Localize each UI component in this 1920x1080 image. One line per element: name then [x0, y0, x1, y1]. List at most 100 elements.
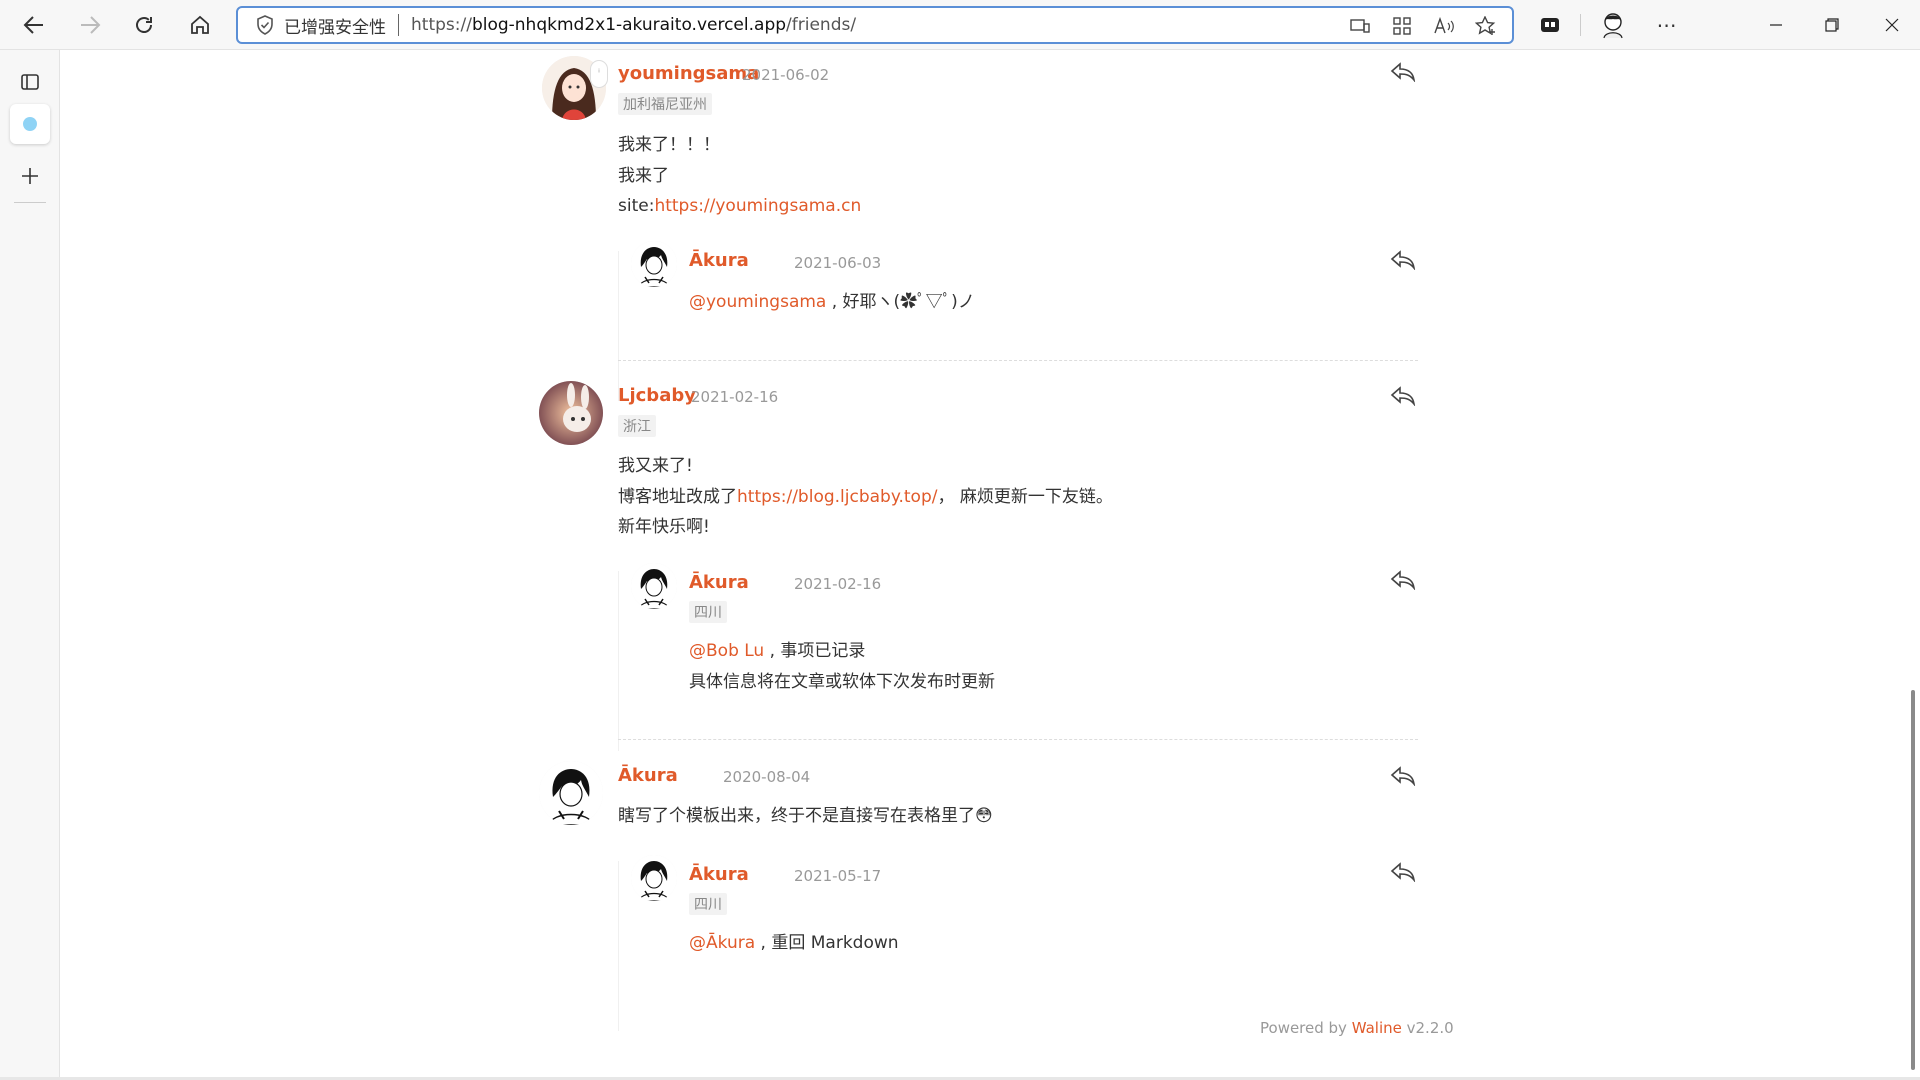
forward-button[interactable]: [72, 8, 108, 42]
comment-line: 博客地址改成了https://blog.ljcbaby.top/， 麻烦更新一下…: [618, 482, 1113, 513]
shield-icon: [254, 14, 276, 36]
tabs-icon: [21, 74, 39, 90]
waline-link[interactable]: Waline: [1352, 1019, 1402, 1037]
reply-icon: [1390, 250, 1416, 270]
comment-line: 我又来了!: [618, 456, 693, 476]
powered-by-footer: Powered by Waline v2.2.0: [1260, 1019, 1454, 1037]
minimize-icon: [1770, 24, 1782, 26]
reply-date: 2021-02-16: [794, 575, 882, 593]
reply-button[interactable]: [1390, 861, 1416, 883]
reply-icon: [1390, 862, 1416, 882]
comment-line: 我来了！！！: [618, 135, 720, 155]
url-path: /friends/: [786, 15, 857, 35]
site-link[interactable]: https://youmingsama.cn: [654, 196, 861, 216]
reply-thread-line: [618, 861, 619, 1031]
restore-icon: [1825, 18, 1839, 32]
home-icon: [191, 15, 209, 34]
footer-prefix: Powered by: [1260, 1019, 1352, 1037]
more-menu-button[interactable]: ⋯: [1650, 8, 1684, 42]
reply-button[interactable]: [1390, 249, 1416, 271]
comment-date: 2021-02-16: [691, 388, 779, 406]
reply-icon: [1390, 386, 1416, 406]
sidebar-divider: [14, 202, 46, 203]
reply-text: @Bob Lu , 事项已记录: [689, 636, 865, 667]
reply-date: 2021-05-17: [794, 867, 882, 885]
current-tab-button[interactable]: [10, 104, 50, 144]
line-prefix: 博客地址改成了: [618, 487, 737, 507]
avatar: [539, 381, 603, 445]
close-window-button[interactable]: [1864, 0, 1920, 50]
comment-nick[interactable]: Ljcbaby: [618, 385, 696, 406]
avatar: [631, 241, 677, 287]
address-bar-actions: [1346, 14, 1500, 38]
read-aloud-icon[interactable]: [1430, 14, 1458, 38]
extension-icon: [1541, 18, 1559, 32]
comment-line: site:https://youmingsama.cn: [618, 191, 861, 222]
home-button[interactable]: [182, 8, 218, 42]
mention-link[interactable]: @Ākura: [689, 933, 755, 953]
mention-link[interactable]: @Bob Lu: [689, 641, 764, 661]
reply-text: @youmingsama , 好耶ヽ(✿ﾟ▽ﾟ)ノ: [689, 287, 975, 318]
page-content: ⁱ youmingsama 2021-06-02 加利福尼亚州 我来了！！！ 我…: [61, 51, 1906, 1077]
address-bar[interactable]: 已增强安全性 https://blog-nhqkmd2x1-akuraito.v…: [236, 6, 1514, 44]
reply-button[interactable]: [1390, 569, 1416, 591]
plus-icon: [22, 168, 38, 184]
comment-date: 2021-06-02: [742, 66, 830, 84]
comment-nick[interactable]: youmingsama: [618, 63, 759, 84]
reply-content: , 好耶ヽ(✿ﾟ▽ﾟ)ノ: [826, 292, 975, 312]
address-separator: [398, 14, 399, 36]
location-tag: 四川: [689, 893, 727, 915]
url-text[interactable]: https://blog-nhqkmd2x1-akuraito.vercel.a…: [411, 15, 856, 35]
reply-nick[interactable]: Ākura: [689, 864, 749, 885]
toolbar-divider: [1580, 14, 1581, 36]
apps-icon[interactable]: [1388, 14, 1416, 38]
minimize-button[interactable]: [1748, 0, 1804, 50]
back-button[interactable]: [16, 8, 52, 42]
collections-button[interactable]: [1534, 8, 1566, 42]
new-tab-button[interactable]: [10, 156, 50, 196]
device-icon[interactable]: [1346, 14, 1374, 38]
comment-line: 新年快乐啊!: [618, 517, 710, 537]
reply-button[interactable]: [1390, 385, 1416, 407]
line-suffix: ， 麻烦更新一下友链。: [937, 487, 1113, 507]
refresh-icon: [136, 17, 152, 33]
reply-nick[interactable]: Ākura: [689, 250, 749, 271]
reply-line: 具体信息将在文章或软体下次发布时更新: [689, 672, 995, 692]
reply-thread-line: [618, 571, 619, 751]
mention-link[interactable]: @youmingsama: [689, 292, 826, 312]
browser-toolbar: 已增强安全性 https://blog-nhqkmd2x1-akuraito.v…: [0, 0, 1920, 50]
scrollbar-thumb[interactable]: [1911, 690, 1915, 1070]
page-scrollbar[interactable]: [1906, 50, 1920, 1080]
security-label: 已增强安全性: [284, 17, 386, 38]
favorite-star-icon[interactable]: [1472, 14, 1500, 38]
site-favicon-icon: [23, 117, 37, 131]
close-icon: [1885, 18, 1899, 32]
back-arrow-icon: [23, 16, 43, 34]
more-dots-icon: ⋯: [1656, 13, 1678, 37]
browser-sidebar: [0, 50, 60, 1080]
blog-link[interactable]: https://blog.ljcbaby.top/: [737, 487, 937, 507]
flushed-emoji-icon: 😳: [975, 806, 993, 826]
reply-nick[interactable]: Ākura: [689, 572, 749, 593]
comment-divider: [618, 360, 1418, 361]
footer-version: v2.2.0: [1401, 1019, 1454, 1037]
profile-button[interactable]: [1596, 8, 1630, 42]
tab-actions-button[interactable]: [10, 62, 50, 102]
reply-button[interactable]: [1390, 765, 1416, 787]
reply-text: @Ākura , 重回 Markdown: [689, 928, 899, 959]
restore-button[interactable]: [1804, 0, 1860, 50]
site-label: site:: [618, 196, 655, 216]
comment-nick[interactable]: Ākura: [618, 765, 678, 786]
refresh-button[interactable]: [126, 8, 162, 42]
reply-icon: [1390, 766, 1416, 786]
location-tag: 浙江: [618, 415, 656, 437]
url-host: blog-nhqkmd2x1-akuraito.vercel.app: [471, 15, 787, 35]
comment-line: 我来了: [618, 166, 669, 186]
avatar: [631, 855, 677, 901]
reply-content: , 事项已记录: [764, 641, 866, 661]
reply-thread-line: [618, 251, 619, 401]
comment-line: 瞎写了个模板出来，终于不是直接写在表格里了😳: [618, 801, 993, 832]
forward-arrow-icon: [81, 16, 101, 34]
reply-button[interactable]: [1390, 61, 1416, 83]
avatar: [539, 761, 603, 825]
